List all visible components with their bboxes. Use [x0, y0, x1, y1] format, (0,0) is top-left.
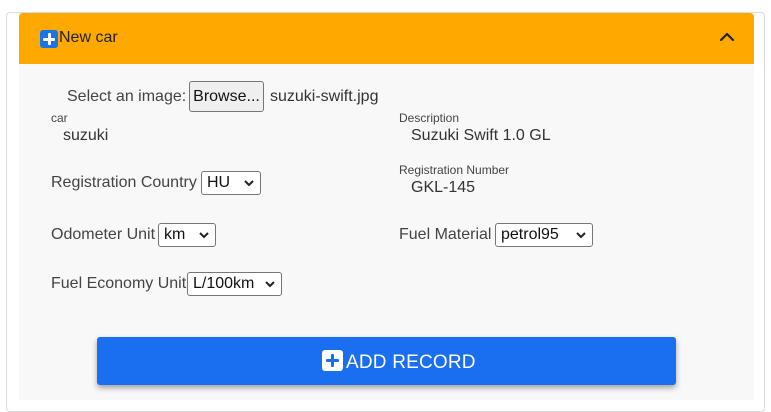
odometer-unit-label: Odometer Unit — [51, 226, 156, 243]
fuel-material-select[interactable]: petrol95 — [495, 223, 593, 247]
registration-country-select[interactable]: HU — [201, 171, 261, 195]
accordion-title: New car — [59, 29, 118, 46]
add-record-button[interactable]: ADD RECORD — [97, 337, 676, 385]
car-field[interactable]: suzuki — [63, 127, 108, 145]
registration-number-label: Registration Number — [399, 163, 510, 177]
fuel-economy-unit-value: L/100km — [193, 275, 255, 292]
odometer-unit-value: km — [164, 226, 186, 243]
browse-button[interactable]: Browse... — [189, 81, 264, 112]
image-label: Select an image: — [67, 88, 187, 105]
accordion-header[interactable]: New car — [19, 13, 754, 64]
fuel-material-label: Fuel Material — [399, 226, 492, 243]
registration-number-field[interactable]: GKL-145 — [411, 179, 475, 197]
plus-square-icon — [322, 350, 343, 371]
fuel-material-value: petrol95 — [501, 226, 559, 243]
chevron-up-icon[interactable] — [719, 29, 735, 45]
fuel-economy-unit-select[interactable]: L/100km — [187, 272, 282, 296]
car-label: car — [51, 111, 68, 125]
chevron-down-icon — [244, 180, 254, 187]
image-filename: suzuki-swift.jpg — [270, 88, 379, 105]
chevron-down-icon — [199, 232, 209, 239]
chevron-down-icon — [576, 232, 586, 239]
description-label: Description — [399, 111, 460, 125]
plus-square-icon — [40, 30, 58, 48]
description-field[interactable]: Suzuki Swift 1.0 GL — [411, 127, 551, 145]
chevron-down-icon — [265, 281, 275, 288]
odometer-unit-select[interactable]: km — [158, 223, 216, 247]
add-record-label: ADD RECORD — [346, 352, 476, 373]
registration-country-label: Registration Country — [51, 174, 197, 191]
registration-country-value: HU — [207, 174, 231, 191]
fuel-economy-unit-label: Fuel Economy Unit — [51, 275, 187, 292]
